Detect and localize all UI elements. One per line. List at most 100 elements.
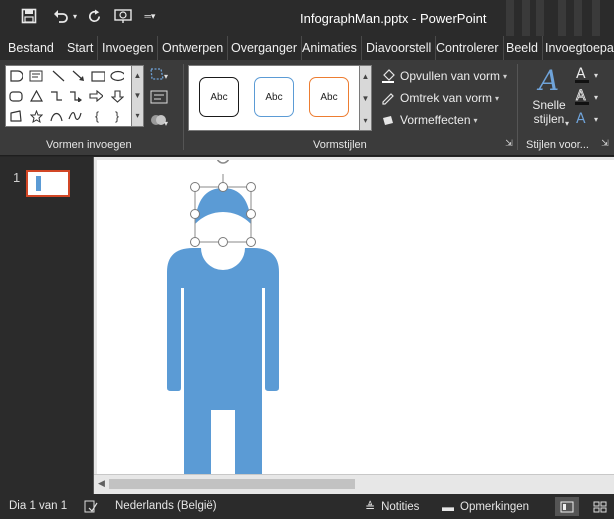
comments-label: Opmerkingen xyxy=(460,501,530,513)
dialog-launcher-icon[interactable]: ⇲ xyxy=(503,137,515,149)
text-fill-button[interactable]: A ▾ xyxy=(574,64,610,84)
tab-review[interactable]: Controlerer xyxy=(432,36,504,60)
language-indicator[interactable]: Nederlands (België) xyxy=(115,500,217,512)
figure-hair-shape xyxy=(195,188,251,224)
slide-sorter-view-icon[interactable] xyxy=(588,497,612,516)
shape-outline-button[interactable]: Omtrek van vorm ▾ xyxy=(380,88,499,108)
tab-design[interactable]: Ontwerpen xyxy=(158,36,229,60)
wordart-a-icon: A xyxy=(538,64,560,97)
styles-gallery-scroll[interactable]: ▲ ▼ ▾ xyxy=(360,65,372,131)
shape-arrow-line-icon[interactable] xyxy=(71,69,85,83)
figure-body xyxy=(167,248,279,474)
tab-home[interactable]: Start xyxy=(63,36,99,60)
scroll-up-icon[interactable]: ▲ xyxy=(360,66,371,88)
shape-fill-label: Opvullen van vorm xyxy=(400,69,501,83)
shape-line-icon[interactable] xyxy=(51,69,65,83)
shape-right-brace-icon[interactable]: } xyxy=(110,109,124,123)
comments-button[interactable]: ▬ Opmerkingen xyxy=(442,500,529,514)
chevron-down-icon[interactable]: ▾ xyxy=(562,117,572,129)
slide-number: 1 xyxy=(13,170,21,185)
style-sample-orange[interactable]: Abc xyxy=(309,77,349,117)
repeat-icon[interactable] xyxy=(84,5,104,27)
text-effects-button[interactable]: A ▾ xyxy=(574,108,610,128)
slide-editor: ◀ xyxy=(93,156,614,494)
text-outline-button[interactable]: A ▾ xyxy=(574,86,610,106)
slide-indicator: Dia 1 van 1 xyxy=(9,500,68,512)
group-separator xyxy=(517,64,518,150)
rotation-handle xyxy=(216,156,230,164)
group-separator xyxy=(183,64,184,150)
slide-canvas[interactable] xyxy=(97,156,614,474)
style-sample-blue[interactable]: Abc xyxy=(254,77,294,117)
tab-addins[interactable]: Invoegtoepa xyxy=(541,36,614,60)
chevron-down-icon: ▾ xyxy=(503,71,508,81)
spellcheck-icon[interactable] xyxy=(84,500,98,513)
tab-insert[interactable]: Invoegen xyxy=(98,36,159,60)
shape-left-brace-icon[interactable]: { xyxy=(90,109,104,123)
slide-thumbnail[interactable] xyxy=(26,170,70,197)
svg-text:▾: ▾ xyxy=(594,71,598,80)
shape-rounded-rectangle-icon[interactable] xyxy=(9,89,23,103)
notes-icon: ≜ xyxy=(365,500,376,514)
quick-styles-label-1: Snelle xyxy=(532,98,566,112)
shapes-gallery[interactable]: { } xyxy=(5,65,132,127)
shape-textbox-icon[interactable] xyxy=(29,69,43,83)
shape-rectangle-icon[interactable] xyxy=(91,69,105,83)
powerpoint-window: ▾ ═▾ InfographMan.pptx - PowerPoint Best… xyxy=(0,0,614,519)
horizontal-scrollbar[interactable]: ◀ xyxy=(94,474,614,494)
svg-text:▾: ▾ xyxy=(164,72,168,81)
shape-elbow-connector-icon[interactable] xyxy=(49,89,63,103)
scroll-down-icon[interactable]: ▼ xyxy=(360,88,371,110)
textbox-tool-icon[interactable] xyxy=(148,87,170,107)
gallery-more-icon[interactable]: ▾ xyxy=(132,106,143,126)
shape-oval-icon[interactable] xyxy=(110,69,124,83)
title-background-pattern xyxy=(500,0,614,36)
notes-button[interactable]: ≜ Notities xyxy=(365,500,419,514)
shape-triangle-icon[interactable] xyxy=(29,89,43,103)
style-sample-black[interactable]: Abc xyxy=(199,77,239,117)
infographic-man-figure[interactable] xyxy=(97,156,614,474)
dialog-launcher-icon[interactable]: ⇲ xyxy=(599,137,611,149)
tab-animations[interactable]: Animaties xyxy=(298,36,362,60)
tab-transitions[interactable]: Overganger xyxy=(227,36,303,60)
shape-fill-button[interactable]: Opvullen van vorm ▾ xyxy=(380,66,507,86)
scroll-down-icon[interactable]: ▼ xyxy=(132,86,143,106)
shape-right-arrow-icon[interactable] xyxy=(89,89,103,103)
tab-file[interactable]: Bestand xyxy=(0,36,62,60)
comment-icon: ▬ xyxy=(442,500,454,514)
shape-styles-gallery[interactable]: Abc Abc Abc xyxy=(188,65,360,131)
ribbon-tabs: Bestand Start Invoegen Ontwerpen Overgan… xyxy=(0,36,614,60)
shape-star-icon[interactable] xyxy=(29,109,43,123)
customize-qat-icon[interactable]: ═▾ xyxy=(144,5,156,27)
present-from-start-icon[interactable] xyxy=(112,5,134,27)
shape-freeform-icon[interactable] xyxy=(9,109,23,123)
shape-effects-icon xyxy=(380,113,396,127)
gallery-more-icon[interactable]: ▾ xyxy=(360,110,371,132)
tab-slideshow[interactable]: Diavoorstell xyxy=(362,36,437,60)
status-bar: Dia 1 van 1 Nederlands (België) ≜ Notiti… xyxy=(0,494,614,519)
svg-text:▾: ▾ xyxy=(164,119,168,128)
shape-rounded-rect-icon[interactable] xyxy=(9,69,23,83)
figure-head-cutout xyxy=(201,226,245,270)
shape-wave-icon[interactable] xyxy=(68,109,82,123)
svg-text:A: A xyxy=(576,88,586,104)
shapes-gallery-scroll[interactable]: ▲ ▼ ▾ xyxy=(132,65,144,127)
window-title: InfographMan.pptx - PowerPoint xyxy=(300,11,487,26)
save-icon[interactable] xyxy=(18,5,40,27)
scroll-up-icon[interactable]: ▲ xyxy=(132,66,143,86)
group-label-insert-shapes: Vormen invoegen xyxy=(46,139,132,151)
shape-effects-button[interactable]: Vormeffecten ▾ xyxy=(380,110,478,130)
edit-shape-icon[interactable]: ▾ xyxy=(148,64,170,84)
tab-view[interactable]: Beeld xyxy=(502,36,543,60)
undo-icon[interactable] xyxy=(50,5,72,27)
undo-dropdown-icon[interactable]: ▾ xyxy=(71,5,79,27)
scrollbar-thumb[interactable] xyxy=(109,479,355,489)
svg-text:▾: ▾ xyxy=(594,93,598,102)
shape-down-arrow-icon[interactable] xyxy=(110,89,124,103)
group-label-wordart-styles: Stijlen voor... xyxy=(526,139,589,151)
merge-shapes-icon[interactable]: ▾ xyxy=(148,110,170,130)
shape-elbow-arrow-icon[interactable] xyxy=(68,89,82,103)
shape-curve-icon[interactable] xyxy=(49,109,63,123)
normal-view-icon[interactable] xyxy=(555,497,579,516)
scroll-left-icon[interactable]: ◀ xyxy=(98,478,105,489)
